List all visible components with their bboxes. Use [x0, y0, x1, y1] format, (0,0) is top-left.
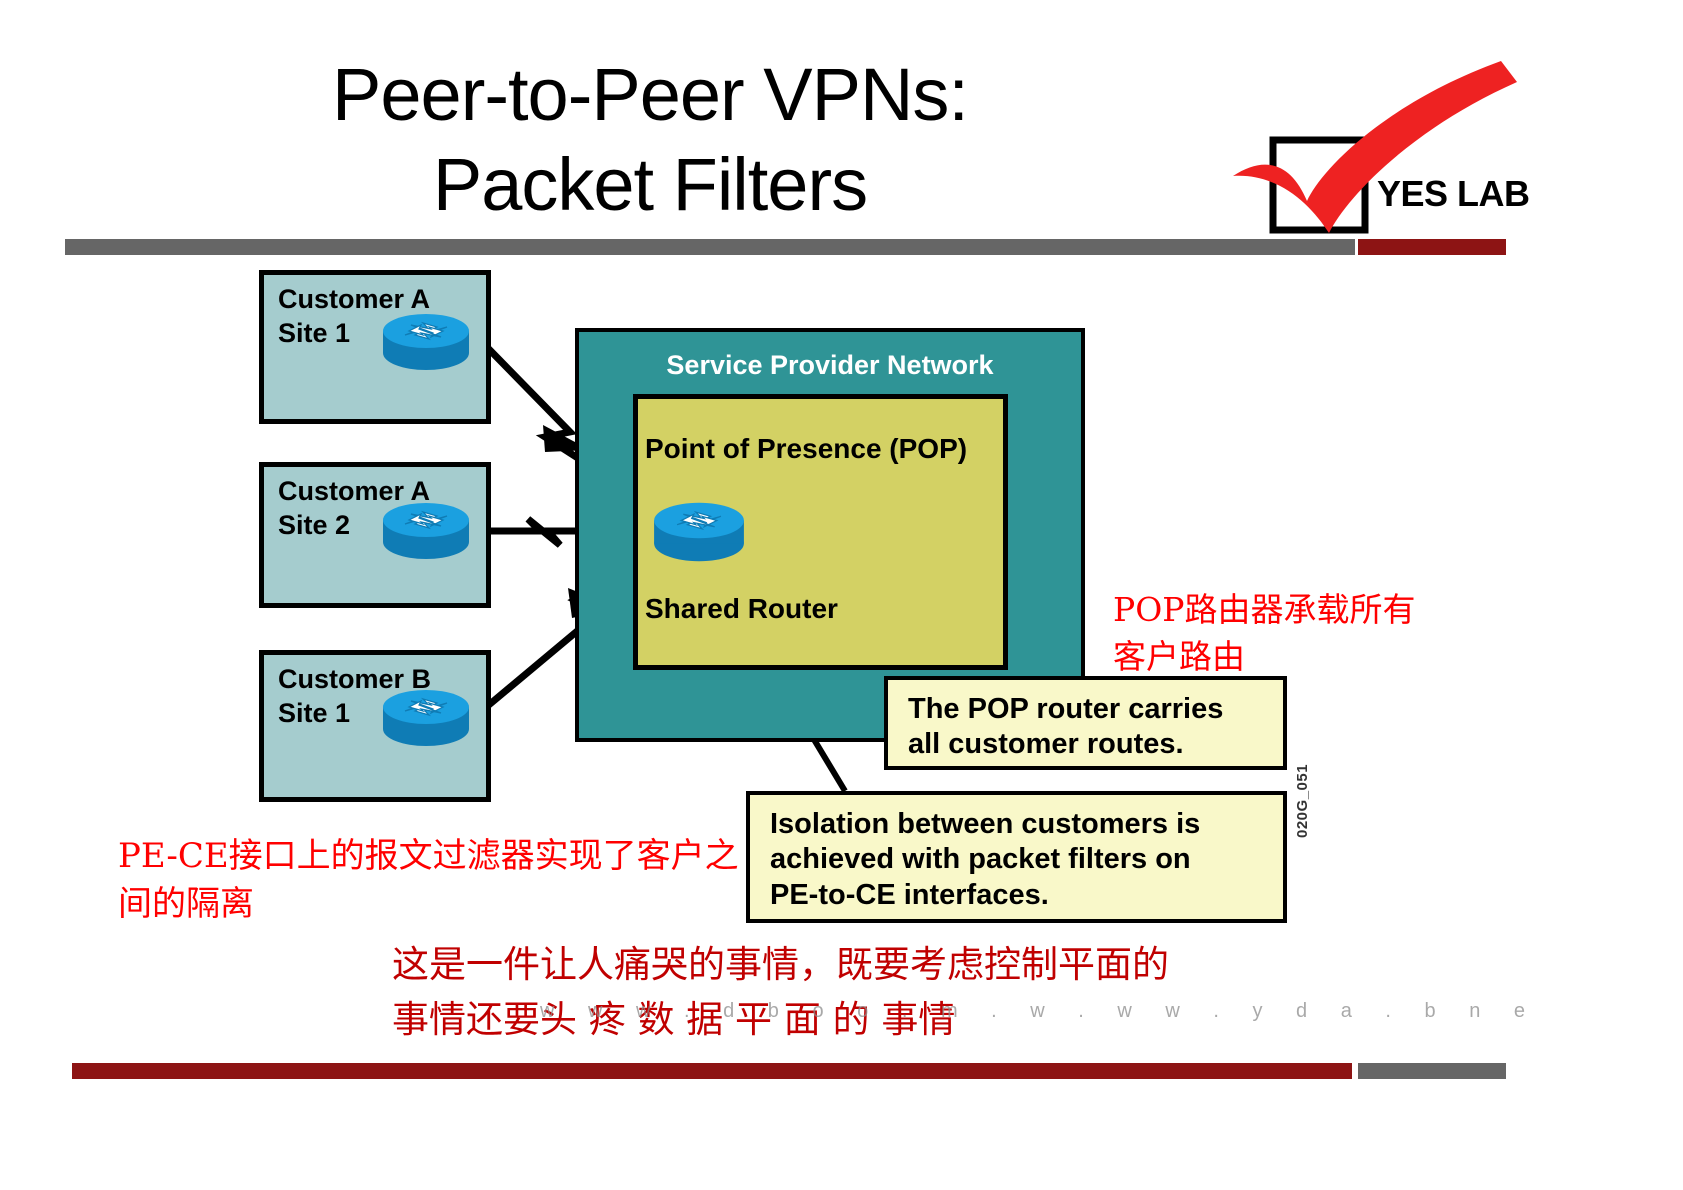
router-icon — [381, 685, 471, 751]
callout-isolation: Isolation between customers is achieved … — [746, 791, 1287, 923]
callout-pop-routes: The POP router carries all customer rout… — [884, 676, 1287, 770]
slide-code-label: 020G_051 — [1294, 763, 1311, 838]
watermark: w w w . d b o o . m . w . w w . y d a . … — [540, 1000, 1540, 1022]
shared-router-icon — [652, 497, 746, 567]
router-icon — [381, 498, 471, 564]
annotation-pece-note-cn: PE-CE接口上的报文过滤器实现了客户之 间的隔离 — [118, 836, 739, 925]
annotation-bottom-note-cn: 这是一件让人痛哭的事情，既要考虑控制平面的 事情还要头 疼 数 据 平 面 的 … — [392, 943, 1169, 1041]
service-provider-network-label: Service Provider Network — [666, 350, 994, 380]
router-icon — [381, 309, 471, 375]
shared-router-label: Shared Router — [645, 593, 838, 624]
point-of-presence-label: Point of Presence (POP) — [645, 433, 968, 464]
annotation-pop-note-cn: POP路由器承载所有 客户路由 — [1113, 590, 1416, 676]
